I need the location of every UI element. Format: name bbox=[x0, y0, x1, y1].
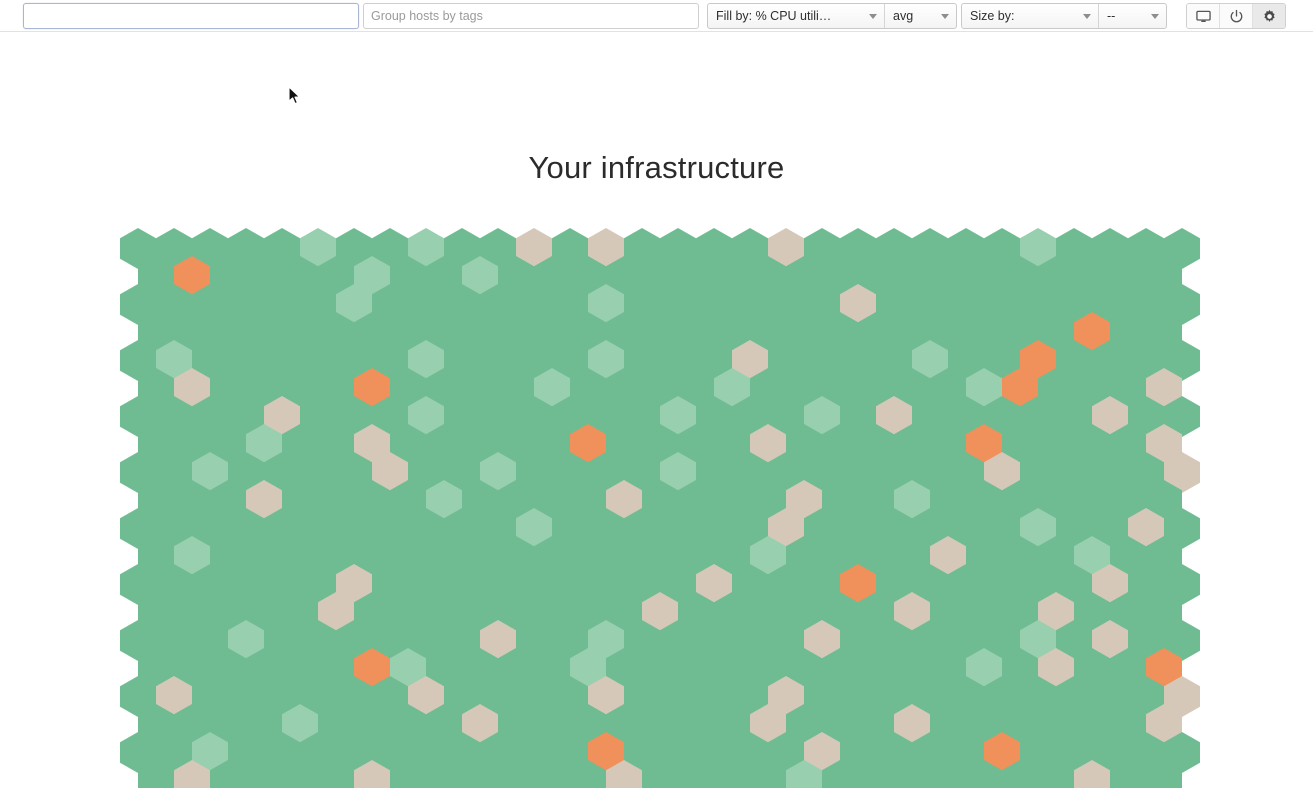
chevron-down-icon bbox=[1151, 14, 1159, 19]
search-input[interactable] bbox=[23, 3, 359, 29]
size-by-label: Size by: bbox=[970, 9, 1014, 23]
chevron-down-icon bbox=[869, 14, 877, 19]
aggregation-select[interactable]: avg bbox=[884, 4, 956, 28]
size-value-select[interactable]: -- bbox=[1098, 4, 1166, 28]
infrastructure-hexmap-page: Fill by: % CPU utili… avg Size by: -- bbox=[0, 0, 1313, 788]
size-by-select[interactable]: Size by: bbox=[962, 4, 1098, 28]
monitor-icon-button[interactable] bbox=[1187, 4, 1219, 28]
power-icon bbox=[1229, 9, 1244, 24]
group-hosts-by-tags-input[interactable] bbox=[363, 3, 699, 29]
gear-icon-button[interactable] bbox=[1252, 4, 1285, 28]
gear-icon bbox=[1262, 9, 1277, 24]
fill-by-controls: Fill by: % CPU utili… avg bbox=[707, 3, 957, 29]
aggregation-label: avg bbox=[893, 9, 913, 23]
fill-by-label: Fill by: % CPU utili… bbox=[716, 9, 831, 23]
view-toggle-group bbox=[1186, 3, 1286, 29]
fill-by-select[interactable]: Fill by: % CPU utili… bbox=[708, 4, 884, 28]
power-icon-button[interactable] bbox=[1219, 4, 1252, 28]
chevron-down-icon bbox=[941, 14, 949, 19]
toolbar: Fill by: % CPU utili… avg Size by: -- bbox=[0, 0, 1313, 32]
size-by-controls: Size by: -- bbox=[961, 3, 1167, 29]
monitor-icon bbox=[1196, 9, 1211, 24]
infrastructure-hexmap[interactable] bbox=[0, 222, 1313, 788]
page-title: Your infrastructure bbox=[0, 150, 1313, 186]
size-value-label: -- bbox=[1107, 9, 1115, 23]
chevron-down-icon bbox=[1083, 14, 1091, 19]
mouse-cursor bbox=[288, 86, 302, 106]
